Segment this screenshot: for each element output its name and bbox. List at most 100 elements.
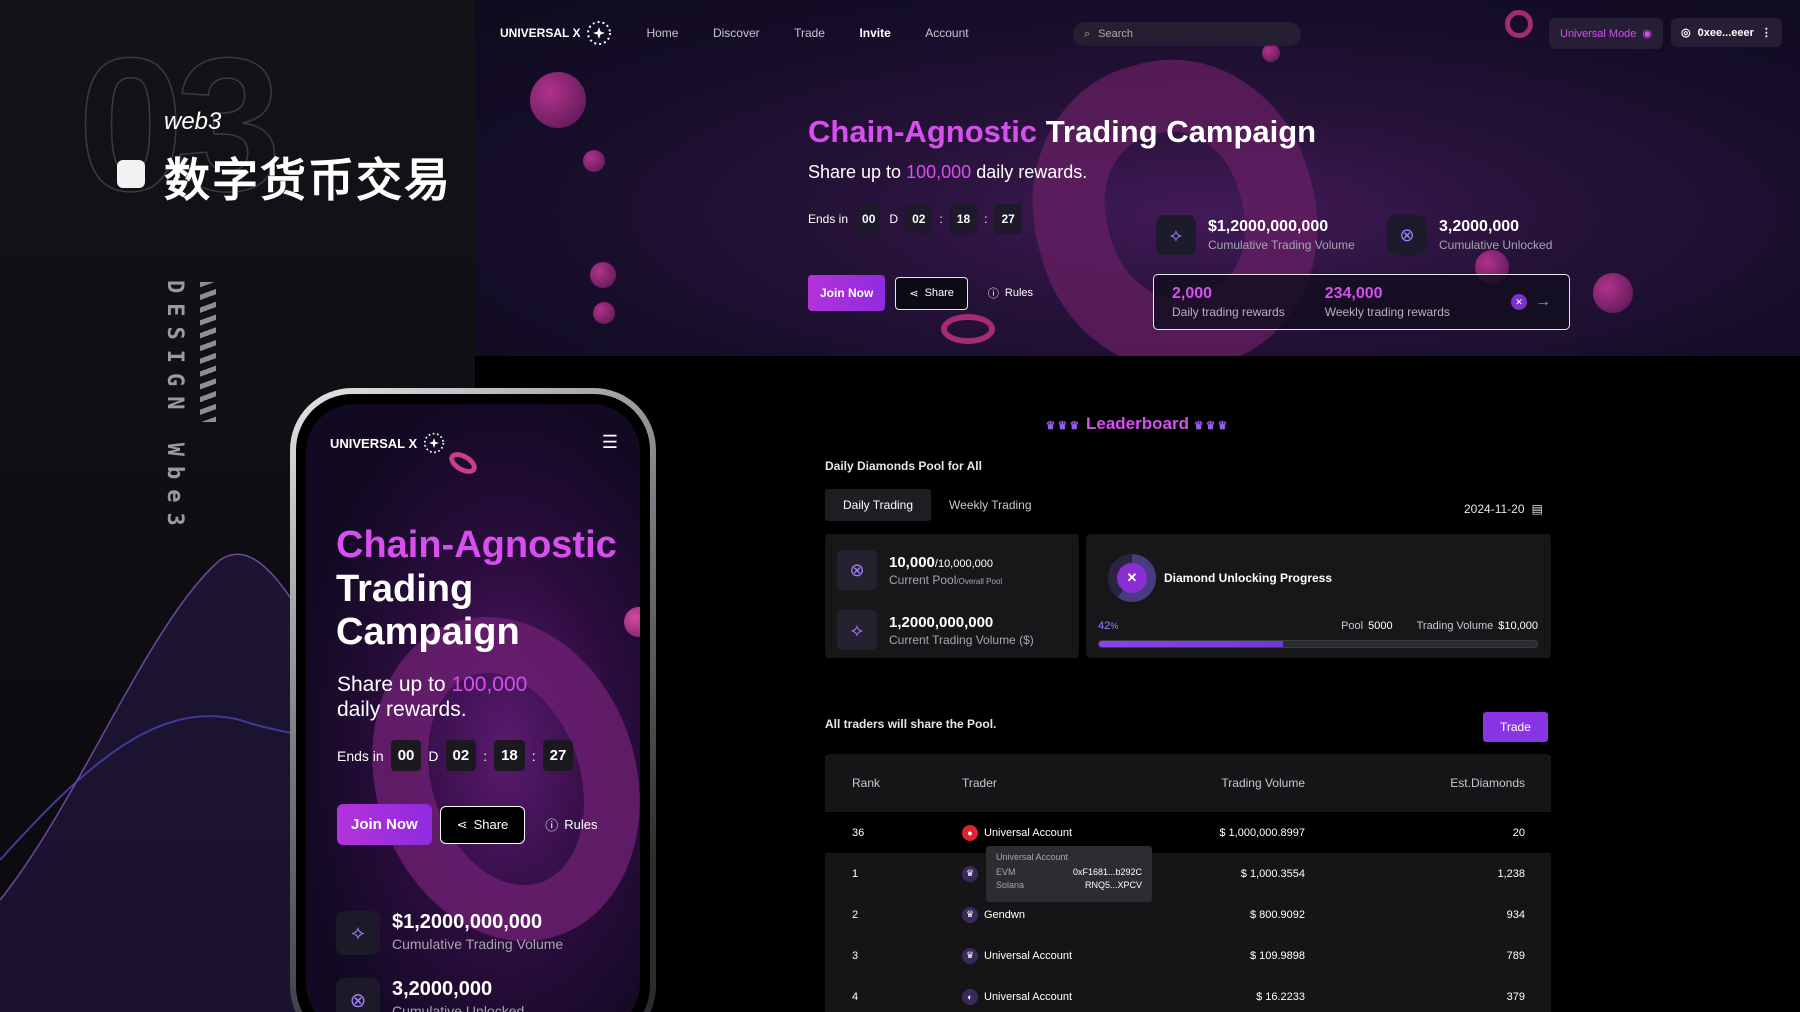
hamburger-menu-icon[interactable]: ☰ <box>602 432 618 453</box>
stat-value: $1,2000,000,000 <box>1208 218 1329 235</box>
pool-number: 5000 <box>1368 620 1393 632</box>
row-trader: ◐ Universal Account <box>962 988 1072 1005</box>
countdown: Ends in 00 D 02 : 18 : 27 <box>808 204 1022 234</box>
rewards-arrow[interactable]: ✕ → <box>1511 293 1551 311</box>
rules-label: Rules <box>564 817 598 832</box>
percent-number: 42 <box>1098 620 1111 632</box>
colon: : <box>483 747 488 764</box>
trader-name[interactable]: Universal Account <box>984 991 1072 1003</box>
trader-name[interactable]: Gendwn <box>984 909 1025 921</box>
progress-bar <box>1098 640 1538 648</box>
trader-tooltip: Universal Account EVM 0xF1681...b292C Sol… <box>986 846 1152 902</box>
trader-name[interactable]: Universal Account <box>984 827 1072 839</box>
tab-daily-trading[interactable]: Daily Trading <box>825 489 932 521</box>
countdown-d: D <box>428 747 439 764</box>
rewards-card[interactable]: 2,000 Daily trading rewards 234,000 Week… <box>1153 274 1570 330</box>
share-icon: ⋖ <box>909 287 919 300</box>
row-trader: ♛ <box>962 865 984 882</box>
chinese-title: 数字货币交易 <box>164 153 452 207</box>
progress-pool: Pool 5000 <box>1341 620 1393 632</box>
table-row[interactable]: 3 ♛ Universal Account $ 109.9898 789 <box>825 935 1551 976</box>
progress-title-text: Diamond Unlocking Progress <box>1164 571 1333 585</box>
hero-section: UNIVERSAL X Home Discover Trade Invite A… <box>475 0 1800 356</box>
pool-caption-main: Current Pool <box>889 572 957 587</box>
join-now-button[interactable]: Join Now <box>808 275 886 311</box>
logo-burst-icon <box>424 432 445 454</box>
stat-label: Cumulative Unlocked <box>392 1003 525 1012</box>
nav-home[interactable]: Home <box>646 26 678 40</box>
reward-value: 234,000 <box>1324 285 1383 302</box>
colon: : <box>939 212 943 226</box>
avatar: ♛ <box>962 865 978 882</box>
nav-account[interactable]: Account <box>925 26 968 40</box>
row-diamonds: 934 <box>1506 908 1525 921</box>
brand-logo[interactable]: UNIVERSAL X <box>500 20 612 46</box>
trader-name[interactable]: Universal Account <box>984 950 1072 962</box>
table-row[interactable]: 2 ♛ Gendwn $ 800.9092 934 <box>825 894 1551 935</box>
universal-mode-button[interactable]: Universal Mode ◉ <box>1549 18 1664 49</box>
countdown-days: 00 <box>855 204 883 234</box>
search-input[interactable]: ⌕ Search <box>1073 22 1301 46</box>
volume-icon: ⟡ <box>1156 215 1196 255</box>
share-label: Share <box>924 287 954 299</box>
join-now-button[interactable]: Join Now <box>337 804 432 845</box>
share-button[interactable]: ⋖ Share <box>895 276 968 310</box>
countdown-hours: 02 <box>905 204 933 234</box>
radio-dot-icon: ◉ <box>1642 28 1653 40</box>
ends-label: Ends in <box>337 747 384 764</box>
mobile-stat-unlocked: ⊗ 3,2000,000 Cumulative Unlocked <box>336 978 524 1012</box>
row-volume: $ 1,000,000.8997 <box>1219 826 1305 839</box>
pool-label: Daily Diamonds Pool for All <box>825 459 982 473</box>
share-button[interactable]: ⋖ Share <box>439 805 526 844</box>
reward-label: Weekly trading rewards <box>1324 305 1450 319</box>
tab-weekly-trading[interactable]: Weekly Trading <box>931 489 1049 521</box>
table-row[interactable]: 36 ● Universal Account $ 1,000,000.8997 2… <box>825 812 1551 853</box>
vertical-design-text: DESIGN Wbe3 <box>162 280 187 536</box>
pool-row: ⊗ 10,000/10,000,000 Current Pool/Overall… <box>837 550 1002 590</box>
date-picker[interactable]: 2024-11-20 ▤ <box>1464 502 1543 516</box>
table-header: Rank Trader Trading Volume Est.Diamonds <box>825 754 1551 812</box>
wallet-button[interactable]: ◎ 0xee...eeer ⋮ <box>1671 18 1782 47</box>
diamond-progress-icon: ✕ <box>1108 554 1156 602</box>
nav-trade[interactable]: Trade <box>794 26 825 40</box>
table-row[interactable]: 4 ◐ Universal Account $ 16.2233 379 <box>825 976 1551 1012</box>
evm-address[interactable]: 0xF1681...b292C <box>1073 867 1142 877</box>
mobile-title-rest: Trading Campaign <box>336 567 520 654</box>
more-icon[interactable]: ⋮ <box>1761 26 1772 39</box>
help-icon: ⓘ <box>545 818 559 833</box>
evm-label: EVM <box>996 867 1016 877</box>
progress-percent: 42% <box>1098 620 1118 632</box>
crown-icons: ♛♛♛ <box>1193 420 1230 432</box>
tooltip-evm-row: EVM 0xF1681...b292C <box>996 867 1142 877</box>
row-diamonds: 1,238 <box>1497 867 1525 880</box>
trade-button[interactable]: Trade <box>1483 712 1548 742</box>
col-trader: Trader <box>962 776 997 790</box>
row-diamonds: 379 <box>1506 990 1525 1003</box>
help-icon: ⓘ <box>987 288 999 300</box>
pool-text: Pool <box>1341 620 1364 632</box>
stat-value: 3,2000,000 <box>392 978 493 1000</box>
reward-label: Daily trading rewards <box>1172 305 1285 319</box>
rules-link[interactable]: ⓘ Rules <box>988 285 1033 301</box>
sol-address[interactable]: RNQ5...XPCV <box>1085 880 1142 890</box>
decor-square <box>117 160 145 188</box>
daily-reward: 2,000 Daily trading rewards <box>1172 285 1285 319</box>
row-rank: 1 <box>852 867 859 880</box>
leaderboard-title-text: Leaderboard <box>1086 414 1189 433</box>
volume-row: ⟡ 1,2000,000,000 Current Trading Volume … <box>837 610 1034 650</box>
nav-invite[interactable]: Invite <box>859 26 890 40</box>
rules-link[interactable]: ⓘ Rules <box>545 815 597 834</box>
share-label: Share <box>473 817 509 832</box>
diamond-icon: ⊗ <box>837 550 877 590</box>
progress-card: ✕ Diamond Unlocking Progress 42% Pool 500… <box>1086 534 1551 658</box>
mobile-brand-logo[interactable]: UNIVERSAL X <box>330 432 445 454</box>
avatar: ● <box>962 824 978 841</box>
table-row[interactable]: 1 ♛ $ 1,000.3554 1,238 <box>825 853 1551 894</box>
hero-actions: Join Now ⋖ Share ⓘ Rules <box>808 275 1033 311</box>
mobile-countdown: Ends in 00 D 02 : 18 : 27 <box>337 740 574 771</box>
nav-discover[interactable]: Discover <box>713 26 760 40</box>
mobile-hero-actions: Join Now ⋖ Share ⓘ Rules <box>337 804 598 845</box>
tv-text: Trading Volume <box>1416 620 1494 632</box>
unlock-icon: ⊗ <box>336 978 380 1012</box>
share-icon: ⋖ <box>456 816 468 832</box>
